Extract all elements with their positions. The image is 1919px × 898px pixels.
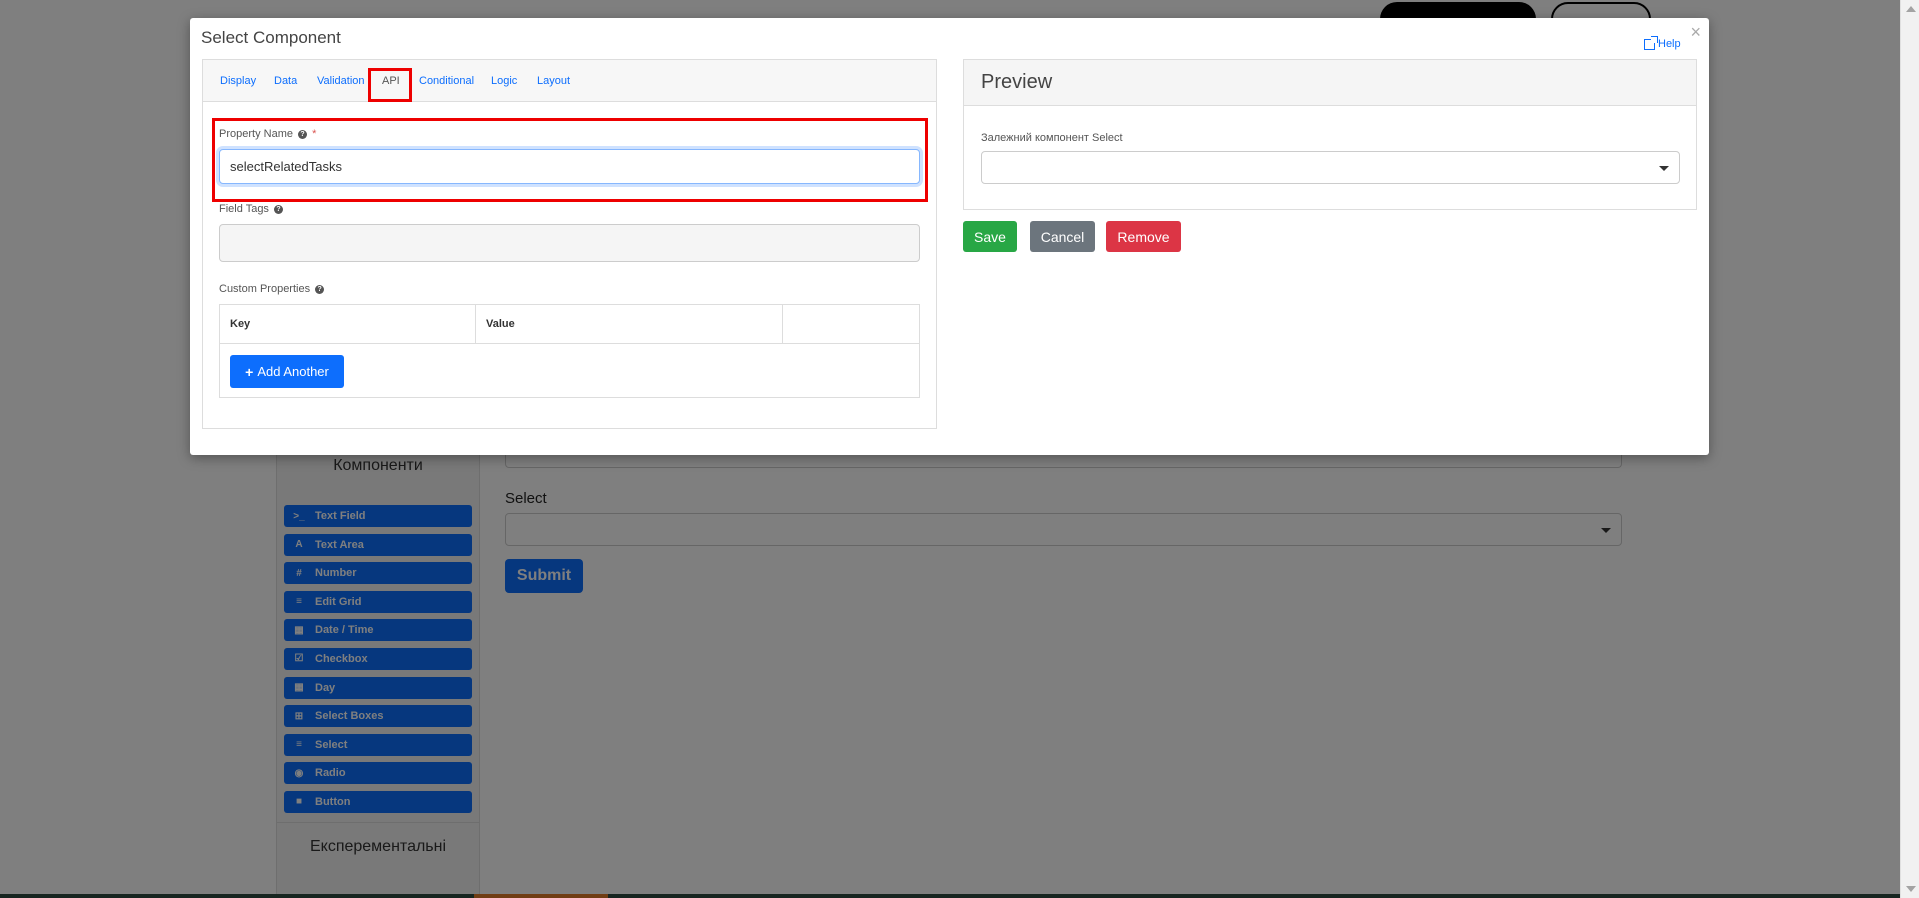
edit-form-panel: Display Data Validation API Conditional … — [202, 59, 937, 429]
tab-validation[interactable]: Validation — [317, 75, 365, 87]
settings-tabs: Display Data Validation API Conditional … — [203, 60, 936, 102]
preview-title: Preview — [964, 60, 1696, 106]
table-header: Key Value — [220, 305, 919, 344]
property-name-label: Property Name ? * — [219, 128, 316, 140]
property-name-label-text: Property Name — [219, 128, 293, 140]
column-value: Value — [476, 305, 783, 343]
caret-down-icon — [1659, 166, 1669, 171]
tab-logic[interactable]: Logic — [491, 75, 517, 87]
select-component-modal: Select Component × Help Display Data Val… — [190, 18, 1709, 455]
tab-data[interactable]: Data — [274, 75, 297, 87]
tab-layout[interactable]: Layout — [537, 75, 570, 87]
field-tags-input[interactable] — [219, 224, 920, 262]
custom-properties-label-text: Custom Properties — [219, 283, 311, 295]
property-name-input[interactable] — [219, 149, 920, 184]
preview-field-label: Залежний компонент Select — [981, 132, 1123, 144]
preview-select[interactable] — [981, 151, 1680, 184]
scroll-down-icon[interactable] — [1906, 886, 1916, 892]
custom-properties-table: Key Value + Add Another — [219, 304, 920, 398]
question-circle-icon[interactable]: ? — [315, 284, 325, 294]
tab-conditional[interactable]: Conditional — [419, 75, 474, 87]
required-mark: * — [312, 128, 317, 140]
cancel-button[interactable]: Cancel — [1030, 221, 1095, 252]
add-another-label: Add Another — [257, 364, 329, 379]
tab-api[interactable]: API — [382, 75, 400, 87]
scroll-up-icon[interactable] — [1906, 6, 1916, 12]
close-icon[interactable]: × — [1690, 22, 1701, 43]
external-link-icon — [1644, 35, 1658, 50]
question-circle-icon[interactable]: ? — [274, 204, 283, 214]
modal-title: Select Component — [201, 28, 341, 47]
page-scrollbar[interactable] — [1900, 0, 1919, 898]
plus-icon: + — [245, 363, 254, 380]
field-tags-label-text: Field Tags — [219, 203, 269, 215]
add-another-button[interactable]: + Add Another — [230, 355, 344, 388]
column-key: Key — [220, 305, 476, 343]
save-button[interactable]: Save — [963, 221, 1017, 252]
help-label: Help — [1658, 38, 1681, 50]
question-circle-icon[interactable]: ? — [298, 129, 308, 139]
tab-display[interactable]: Display — [220, 75, 256, 87]
help-link[interactable]: Help — [1644, 35, 1681, 50]
remove-button[interactable]: Remove — [1106, 221, 1181, 252]
custom-properties-label: Custom Properties ? — [219, 283, 325, 295]
preview-panel: Preview Залежний компонент Select — [963, 59, 1697, 210]
field-tags-label: Field Tags ? — [219, 203, 283, 215]
